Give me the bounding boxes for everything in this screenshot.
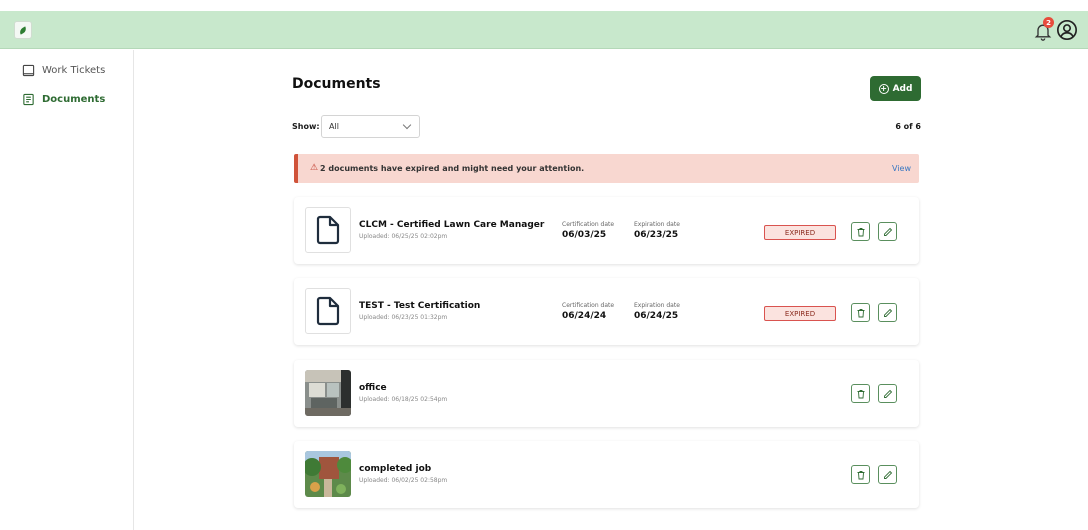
warning-icon: ⚠ xyxy=(310,163,319,173)
document-name: office xyxy=(359,383,387,393)
file-icon xyxy=(316,296,340,326)
document-card[interactable]: CLCM - Certified Lawn Care Manager Uploa… xyxy=(294,197,919,264)
file-icon xyxy=(316,215,340,245)
document-uploaded: Uploaded: 06/02/25 02:58pm xyxy=(359,477,448,484)
trash-icon xyxy=(857,389,864,398)
sidebar-item-documents[interactable]: Documents xyxy=(22,90,105,108)
cert-date-value: 06/24/24 xyxy=(562,311,607,321)
cert-date-value: 06/03/25 xyxy=(562,230,607,240)
sidebar-item-label: Work Tickets xyxy=(42,64,106,76)
delete-button[interactable] xyxy=(851,222,870,241)
file-thumbnail xyxy=(305,207,351,253)
logo-icon[interactable] xyxy=(14,21,32,39)
delete-button[interactable] xyxy=(851,465,870,484)
document-card[interactable]: TEST - Test Certification Uploaded: 06/2… xyxy=(294,278,919,345)
exp-date-value: 06/24/25 xyxy=(634,311,679,321)
plus-circle-icon: + xyxy=(878,83,889,94)
alert-message: 2 documents have expired and might need … xyxy=(320,164,585,173)
add-button-label: Add xyxy=(892,83,913,94)
sidebar-item-label: Documents xyxy=(42,93,106,105)
document-name: CLCM - Certified Lawn Care Manager xyxy=(359,220,545,230)
document-card[interactable]: completed job Uploaded: 06/02/25 02:58pm xyxy=(294,441,919,508)
page-title: Documents xyxy=(292,76,381,92)
delete-button[interactable] xyxy=(851,303,870,322)
exp-date-value: 06/23/25 xyxy=(634,230,679,240)
edit-button[interactable] xyxy=(878,465,897,484)
show-label: Show: xyxy=(292,122,320,131)
show-filter-value: All xyxy=(329,122,339,131)
cert-date-label: Certification date xyxy=(562,221,615,228)
delete-button[interactable] xyxy=(851,384,870,403)
edit-icon xyxy=(883,389,892,398)
status-badge: EXPIRED xyxy=(764,225,836,240)
image-thumbnail xyxy=(305,451,351,497)
top-bar: 2 xyxy=(0,11,1088,49)
document-name: TEST - Test Certification xyxy=(359,301,481,311)
documents-icon xyxy=(23,93,34,105)
sidebar-item-work-tickets[interactable]: Work Tickets xyxy=(22,61,105,79)
edit-icon xyxy=(883,308,892,317)
trash-icon xyxy=(857,308,864,317)
office-photo xyxy=(305,370,351,416)
document-uploaded: Uploaded: 06/23/25 01:32pm xyxy=(359,314,448,321)
edit-button[interactable] xyxy=(878,384,897,403)
exp-date-label: Expiration date xyxy=(634,302,680,309)
user-icon[interactable] xyxy=(1056,19,1078,41)
document-uploaded: Uploaded: 06/25/25 02:02pm xyxy=(359,233,448,240)
edit-button[interactable] xyxy=(878,222,897,241)
trash-icon xyxy=(857,227,864,236)
document-uploaded: Uploaded: 06/18/25 02:54pm xyxy=(359,396,448,403)
ticket-icon xyxy=(22,64,35,76)
notification-badge: 2 xyxy=(1043,17,1054,28)
add-button[interactable]: + Add xyxy=(870,76,921,101)
garden-photo xyxy=(305,451,351,497)
image-thumbnail xyxy=(305,370,351,416)
chevron-down-icon xyxy=(402,120,412,130)
file-thumbnail xyxy=(305,288,351,334)
alert-view-link[interactable]: View xyxy=(892,164,911,173)
edit-icon xyxy=(883,470,892,479)
document-name: completed job xyxy=(359,464,432,474)
edit-button[interactable] xyxy=(878,303,897,322)
cert-date-label: Certification date xyxy=(562,302,615,309)
document-count: 6 of 6 xyxy=(895,122,921,131)
edit-icon xyxy=(883,227,892,236)
sidebar xyxy=(0,50,134,530)
show-filter-select[interactable]: All xyxy=(321,115,420,138)
exp-date-label: Expiration date xyxy=(634,221,680,228)
trash-icon xyxy=(857,470,864,479)
document-card[interactable]: office Uploaded: 06/18/25 02:54pm xyxy=(294,360,919,427)
status-badge: EXPIRED xyxy=(764,306,836,321)
expired-alert: ⚠ 2 documents have expired and might nee… xyxy=(294,154,919,183)
